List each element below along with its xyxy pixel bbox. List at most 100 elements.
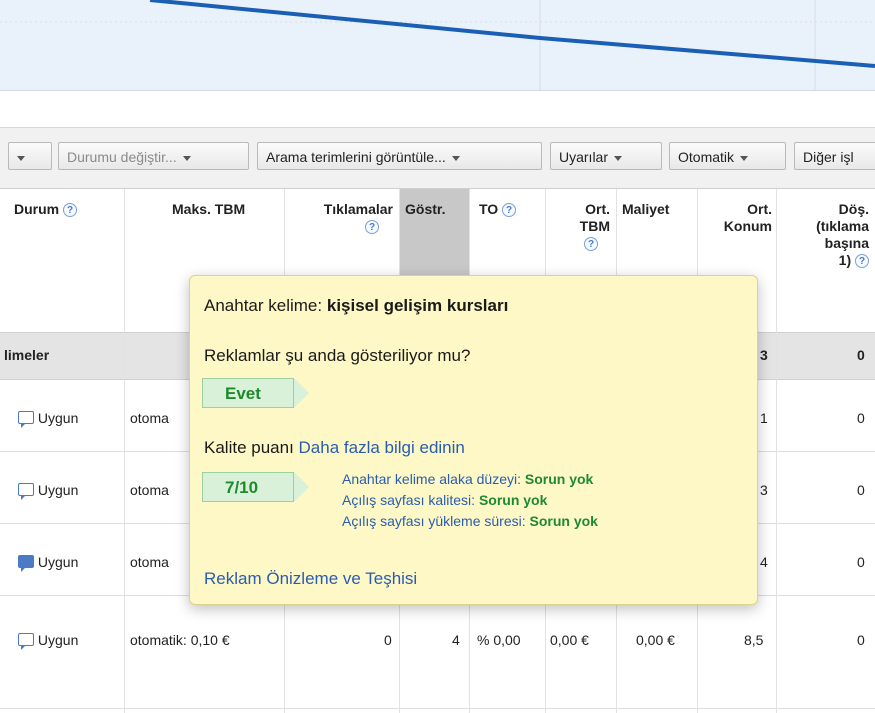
comment-bubble-icon[interactable] [18, 483, 34, 500]
status-cell[interactable]: Uygun [18, 410, 78, 428]
impressions-cell: 4 [452, 632, 460, 648]
chart-svg [0, 0, 875, 90]
max-cpc-cell[interactable]: otoma [130, 482, 169, 498]
col-impressions[interactable]: Göstr. [405, 201, 445, 218]
col-status[interactable]: Durum ? [14, 201, 78, 218]
conversions-cell: 0 [857, 410, 865, 426]
total-row-label: limeler [4, 347, 50, 363]
help-icon[interactable]: ? [502, 203, 517, 218]
col-clicks-label: Tıklamalar [323, 201, 393, 217]
col-max-cpc-label: Maks. TBM [172, 201, 246, 217]
keyword-value: kişisel gelişim kursları [326, 296, 509, 315]
detail-value: Sorun yok [529, 513, 598, 529]
keyword-details-popup: Anahtar kelime: kişisel gelişim kursları… [189, 275, 758, 605]
quality-score-tag: 7/10 [202, 472, 309, 502]
max-cpc-cell[interactable]: otoma [130, 554, 169, 570]
comment-bubble-icon[interactable] [18, 633, 34, 650]
learn-more-link[interactable]: Daha fazla bilgi edinin [299, 438, 465, 457]
automatic-dropdown[interactable]: Otomatik [669, 142, 786, 170]
other-actions-dropdown[interactable]: Diğer işl [794, 142, 875, 170]
col-avg-cpc-label-1: Ort. [585, 201, 610, 217]
comment-bubble-filled-icon[interactable] [18, 555, 34, 572]
detail-line: Açılış sayfası yükleme süresi: Sorun yok [342, 513, 598, 529]
showing-answer-tag: Evet [202, 378, 309, 408]
col-cost[interactable]: Maliyet [622, 201, 669, 218]
col-conversions-label-3: başına [824, 235, 869, 251]
column-divider [776, 189, 777, 713]
col-conversions[interactable]: Döş. (tıklama başına 1) ? [778, 201, 869, 269]
detail-label: Açılış sayfası kalitesi: [342, 492, 476, 508]
col-max-cpc[interactable]: Maks. TBM [172, 201, 245, 218]
spacer-bar [0, 91, 875, 128]
max-cpc-cell[interactable]: otomatik: 0,10 € [130, 632, 230, 648]
col-conversions-label-2: (tıklama [816, 218, 869, 234]
status-cell[interactable]: Uygun [18, 554, 79, 572]
search-terms-label: Arama terimlerini görüntüle... [266, 149, 446, 165]
conversions-cell: 0 [857, 482, 865, 498]
detail-value: Sorun yok [478, 492, 548, 508]
status-label: Uygun [37, 632, 79, 648]
detail-line: Açılış sayfası kalitesi: Sorun yok [342, 492, 547, 508]
status-cell[interactable]: Uygun [18, 482, 79, 500]
column-divider [124, 189, 125, 713]
ad-preview-link[interactable]: Reklam Önizleme ve Teşhisi [204, 569, 417, 589]
showing-question: Reklamlar şu anda gösteriliyor mu? [204, 346, 471, 365]
avg-cpc-cell: 0,00 € [550, 632, 589, 648]
other-actions-label: Diğer işl [803, 149, 854, 165]
chevron-down-icon [740, 155, 749, 161]
chart-line [149, 0, 875, 68]
col-avg-position[interactable]: Ort. Konum [700, 201, 772, 235]
col-conversions-label-4: 1) [838, 252, 852, 268]
alerts-dropdown[interactable]: Uyarılar [550, 142, 662, 170]
position-cell: 4 [760, 554, 768, 570]
status-label: Uygun [37, 554, 79, 570]
col-ctr[interactable]: TO ? [479, 201, 517, 218]
quality-line: Kalite puanı Daha fazla bilgi edinin [204, 438, 465, 458]
col-impressions-label: Göstr. [405, 201, 446, 217]
col-status-label: Durum [14, 201, 60, 217]
total-conversions: 0 [857, 347, 865, 363]
detail-value: Sorun yok [524, 471, 594, 487]
col-clicks[interactable]: Tıklamalar ? [289, 201, 393, 235]
col-conversions-label-1: Döş. [838, 201, 869, 217]
help-icon[interactable]: ? [63, 203, 78, 218]
automatic-label: Otomatik [678, 149, 735, 165]
toolbar: Durumu değiştir... Arama terimlerini gör… [0, 128, 875, 189]
quality-label: Kalite puanı [204, 438, 294, 457]
clicks-cell: 0 [384, 632, 392, 648]
status-cell[interactable]: Uygun [18, 632, 79, 650]
help-icon[interactable]: ? [855, 254, 869, 269]
performance-chart [0, 0, 875, 91]
position-cell: 1 [760, 410, 768, 426]
alerts-label: Uyarılar [559, 149, 609, 165]
ctr-cell: % 0,00 [477, 632, 521, 648]
status-label: Uygun [37, 482, 79, 498]
search-terms-dropdown[interactable]: Arama terimlerini görüntüle... [257, 142, 542, 170]
chevron-down-icon [182, 155, 191, 161]
keyword-label: Anahtar kelime: [204, 296, 323, 315]
chevron-down-icon [17, 155, 25, 161]
max-cpc-cell[interactable]: otoma [130, 410, 169, 426]
cost-cell: 0,00 € [636, 632, 675, 648]
help-icon[interactable]: ? [584, 237, 598, 252]
change-status-dropdown[interactable]: Durumu değiştir... [58, 142, 249, 170]
chevron-down-icon [614, 155, 623, 161]
conversions-cell: 0 [857, 632, 865, 648]
detail-label: Açılış sayfası yükleme süresi: [342, 513, 526, 529]
position-cell: 3 [760, 482, 768, 498]
col-avg-position-label-1: Ort. [747, 201, 772, 217]
col-avg-cpc-label-2: TBM [579, 218, 610, 234]
detail-line: Anahtar kelime alaka düzeyi: Sorun yok [342, 471, 593, 487]
col-ctr-label: TO [479, 201, 499, 217]
conversions-cell: 0 [857, 554, 865, 570]
help-icon[interactable]: ? [365, 220, 379, 235]
col-avg-position-label-2: Konum [723, 218, 772, 234]
chevron-down-icon [451, 155, 460, 161]
col-avg-cpc[interactable]: Ort. TBM ? [560, 201, 610, 252]
table-row: Uygun otomatik: 0,10 € 0 4 % 0,00 0,00 €… [0, 612, 875, 709]
more-actions-dropdown[interactable] [8, 142, 52, 170]
comment-bubble-icon[interactable] [18, 411, 34, 428]
total-position: 3 [760, 347, 768, 363]
keyword-line: Anahtar kelime: kişisel gelişim kursları [204, 296, 508, 316]
detail-label: Anahtar kelime alaka düzeyi: [342, 471, 521, 487]
